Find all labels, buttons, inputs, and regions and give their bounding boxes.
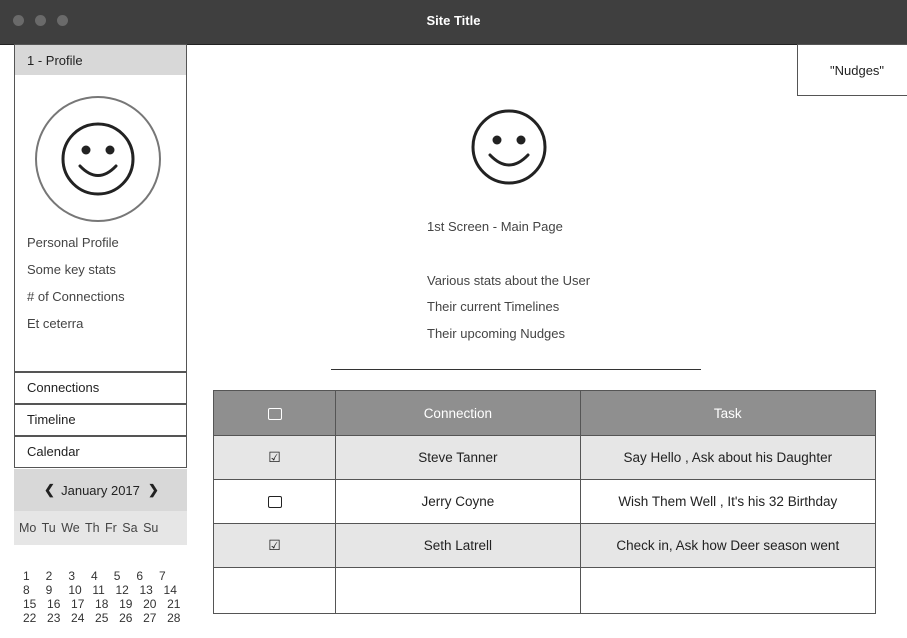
smiley-icon [61,122,135,196]
calendar-weekdays: Mo Tu We Th Fr Sa Su [14,511,187,545]
sidebar-item-connections[interactable]: Connections [14,372,187,404]
calendar-header: ❮ January 2017 ❯ [14,469,187,511]
row-select-cell[interactable]: ☑ [212,435,337,480]
header-connection[interactable]: Connection [335,390,581,436]
nudges-button[interactable]: "Nudges" [797,44,907,96]
sidebar-item-calendar[interactable]: Calendar [14,436,187,468]
task-cell: Wish Them Well , It's his 32 Birthday [579,479,877,524]
profile-text-personal: Personal Profile [27,235,119,250]
connections-table: Connection Task ☑ Steve Tanner Say Hello… [212,390,877,614]
calendar-week-2[interactable]: 8 9 10 11 12 13 14 [23,583,177,597]
calendar-weekday-labels: Mo Tu We Th Fr Sa Su [19,521,159,535]
row-select-cell[interactable]: ☑ [212,523,337,568]
header-select-cell[interactable] [212,390,337,436]
avatar [35,96,161,222]
table-row[interactable] [212,567,877,614]
task-cell [579,567,877,614]
table-row[interactable]: ☑ Seth Latrell Check in, Ask how Deer se… [212,523,877,568]
checked-checkbox-icon[interactable]: ☑ [268,449,281,465]
header-task[interactable]: Task [579,390,877,436]
row-select-cell[interactable] [212,479,337,524]
sidebar-item-label: Connections [27,380,100,395]
main-text-stats: Various stats about the User [427,273,591,288]
table-header-row: Connection Task [212,390,877,436]
row-select-cell[interactable] [212,567,337,614]
main-heading: 1st Screen - Main Page [427,219,563,234]
sidebar: 1 - Profile Personal Profile Some key st… [14,44,187,638]
divider [331,369,701,370]
calendar-month-label: January 2017 [61,483,140,498]
main-text-nudges: Their upcoming Nudges [427,326,566,341]
sidebar-item-timeline[interactable]: Timeline [14,404,187,436]
table-row[interactable]: Jerry Coyne Wish Them Well , It's his 32… [212,479,877,524]
calendar-week-3[interactable]: 15 16 17 18 19 20 21 [23,597,180,611]
window-title: Site Title [426,13,481,28]
calendar-week-4[interactable]: 22 23 24 25 26 27 28 [23,611,180,625]
connection-cell: Seth Latrell [335,523,581,568]
profile-text-etc: Et ceterra [27,316,84,331]
checked-checkbox-icon[interactable]: ☑ [268,537,281,553]
task-cell: Check in, Ask how Deer season went [579,523,877,568]
sidebar-item-label: Timeline [27,412,76,427]
table-row[interactable]: ☑ Steve Tanner Say Hello , Ask about his… [212,435,877,480]
connection-cell: Jerry Coyne [335,479,581,524]
nudges-label: "Nudges" [830,63,885,78]
calendar-week-1[interactable]: 1 2 3 4 5 6 7 [23,569,166,583]
profile-panel: Personal Profile Some key stats # of Con… [14,75,187,372]
profile-header[interactable]: 1 - Profile [14,44,187,76]
profile-text-stats: Some key stats [27,262,116,277]
unchecked-checkbox[interactable] [267,496,282,509]
connection-cell: Steve Tanner [335,435,581,480]
sidebar-item-label: Calendar [27,444,80,459]
profile-text-connections: # of Connections [27,289,125,304]
chevron-right-icon[interactable]: ❯ [148,482,159,498]
select-all-checkbox[interactable] [267,407,282,420]
connection-cell [335,567,581,614]
task-cell: Say Hello , Ask about his Daughter [579,435,877,480]
main-text-timelines: Their current Timelines [427,299,560,314]
profile-header-label: 1 - Profile [27,53,83,68]
window-titlebar: Site Title [0,0,907,45]
smiley-icon [471,109,547,185]
